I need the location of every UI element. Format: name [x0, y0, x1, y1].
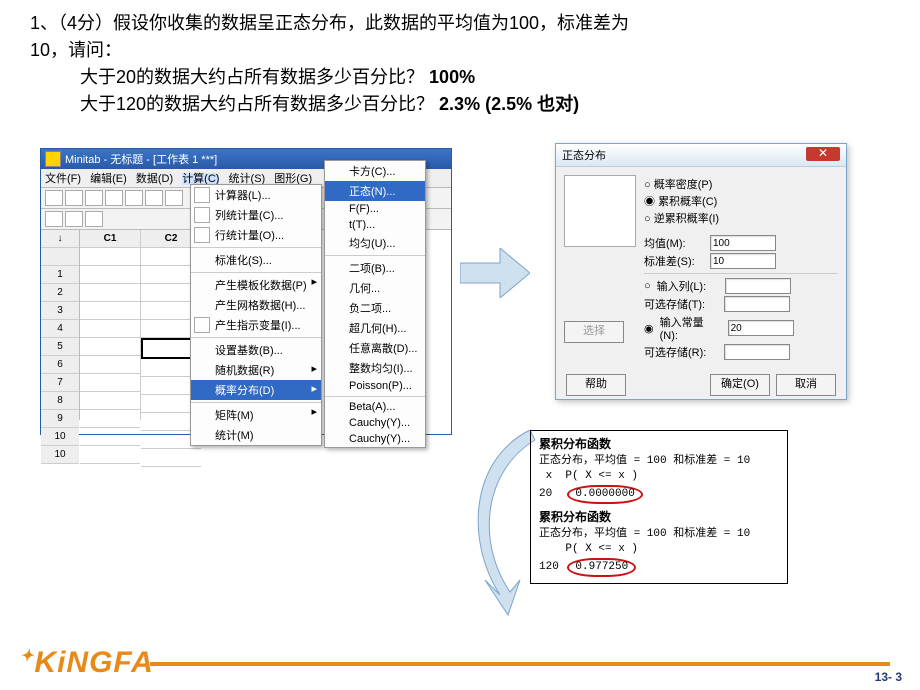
dist-submenu[interactable]: 卡方(C)...正态(N)...F(F)...t(T)...均匀(U)...二项… — [324, 160, 426, 448]
mean-label: 均值(M): — [644, 235, 704, 251]
menu-item[interactable]: 矩阵(M)▸ — [191, 402, 321, 425]
menu-item[interactable]: t(T)... — [325, 217, 425, 233]
close-icon[interactable]: ✕ — [806, 147, 840, 161]
tb-print-icon[interactable] — [105, 190, 123, 206]
tb-copy-icon[interactable] — [145, 190, 163, 206]
sd-label: 标准差(S): — [644, 253, 704, 269]
opt-inv[interactable]: ○ 逆累积概率(I) — [644, 210, 838, 226]
tb-icon[interactable] — [65, 211, 83, 227]
opt-cdf[interactable]: ◉ 累积概率(C) — [644, 193, 838, 209]
menu-item[interactable]: 几何... — [325, 278, 425, 298]
menu-item[interactable]: 超几何(H)... — [325, 318, 425, 338]
opt-inputconst[interactable]: ◉ 输入常量(N): — [644, 314, 838, 342]
tb-icon[interactable] — [85, 211, 103, 227]
menu-item[interactable]: 行统计量(O)... — [191, 225, 321, 245]
normal-dist-dialog: 正态分布 ✕ 选择 ○ 概率密度(P) ◉ 累积概率(C) ○ 逆累积概率(I)… — [555, 143, 847, 400]
menu-item[interactable]: 产生网格数据(H)... — [191, 295, 321, 315]
store1-input[interactable] — [724, 296, 790, 312]
tb-cut-icon[interactable] — [125, 190, 143, 206]
menu-item[interactable]: 设置基数(B)... — [191, 337, 321, 360]
tb-open-icon[interactable] — [65, 190, 83, 206]
out-header1: x P( X <= x ) — [539, 469, 779, 484]
menu-file[interactable]: 文件(F) — [45, 173, 81, 185]
mean-input[interactable] — [710, 235, 776, 251]
opt-inputcol[interactable]: ○ 输入列(L): — [644, 278, 838, 294]
list-box[interactable] — [564, 175, 636, 247]
out-desc1: 正态分布，平均值 = 100 和标准差 = 10 — [539, 454, 779, 469]
row-headers: ↓ 1234567891010 — [41, 230, 80, 420]
out-desc2: 正态分布，平均值 = 100 和标准差 = 10 — [539, 527, 779, 542]
q1: 大于20的数据大约占所有数据多少百分比？ — [80, 67, 424, 87]
out-x1: 20 — [539, 488, 552, 500]
menu-item[interactable]: 计算器(L)... — [191, 185, 321, 205]
dialog-title-bar: 正态分布 ✕ — [556, 144, 846, 167]
help-button[interactable]: 帮助 — [566, 374, 626, 396]
menu-item[interactable]: 产生指示变量(I)... — [191, 315, 321, 335]
arrow-right-icon — [460, 248, 530, 298]
opt-pdf[interactable]: ○ 概率密度(P) — [644, 176, 838, 192]
out-x2: 120 — [539, 561, 559, 573]
menu-item[interactable]: Cauchy(Y)... — [325, 431, 425, 447]
question-block: 1、（4分）假设你收集的数据呈正态分布，此数据的平均值为100，标准差为 10，… — [30, 10, 890, 118]
kingfa-logo: ✦KiNGFA — [20, 646, 154, 680]
menu-item[interactable]: 负二项... — [325, 298, 425, 318]
tb-paste-icon[interactable] — [165, 190, 183, 206]
ok-button[interactable]: 确定(O) — [710, 374, 770, 396]
sd-input[interactable] — [710, 253, 776, 269]
select-button[interactable]: 选择 — [564, 321, 624, 343]
menu-item[interactable]: 整数均匀(I)... — [325, 358, 425, 378]
menu-item[interactable]: 二项(B)... — [325, 255, 425, 278]
session-output: 累积分布函数 正态分布，平均值 = 100 和标准差 = 10 x P( X <… — [530, 430, 788, 584]
dialog-title: 正态分布 — [562, 147, 606, 163]
calc-menu[interactable]: 计算器(L)...列统计量(C)...行统计量(O)...标准化(S)...产生… — [190, 184, 322, 446]
menu-item[interactable]: 随机数据(R)▸ — [191, 360, 321, 380]
menu-item[interactable]: Poisson(P)... — [325, 378, 425, 394]
out-p2: 0.977250 — [567, 558, 636, 577]
minitab-title: Minitab - 无标题 - [工作表 1 ***] — [65, 151, 217, 167]
menu-item[interactable]: 产生模板化数据(P)▸ — [191, 272, 321, 295]
tb-save-icon[interactable] — [85, 190, 103, 206]
menu-item[interactable]: 卡方(C)... — [325, 161, 425, 181]
menu-item[interactable]: 正态(N)... — [325, 181, 425, 201]
q-line1: 1、（4分）假设你收集的数据呈正态分布，此数据的平均值为100，标准差为 — [30, 10, 890, 37]
cancel-button[interactable]: 取消 — [776, 374, 836, 396]
store2-input[interactable] — [724, 344, 790, 360]
a1: 100% — [429, 67, 475, 87]
out-title2: 累积分布函数 — [539, 510, 779, 527]
store2-label: 可选存储(R): — [644, 344, 718, 360]
menu-item[interactable]: 概率分布(D)▸ — [191, 380, 321, 400]
page-number: 13- 3 — [875, 670, 902, 684]
out-title1: 累积分布函数 — [539, 437, 779, 454]
menu-data[interactable]: 数据(D) — [136, 173, 173, 185]
menu-item[interactable]: 均匀(U)... — [325, 233, 425, 253]
menu-item[interactable]: 列统计量(C)... — [191, 205, 321, 225]
out-header2: P( X <= x ) — [539, 542, 779, 557]
menu-item[interactable]: F(F)... — [325, 201, 425, 217]
menu-item[interactable]: 统计(M) — [191, 425, 321, 445]
col-c1[interactable]: C1 — [80, 230, 141, 420]
out-p1: 0.0000000 — [567, 485, 642, 504]
store1-label: 可选存储(T): — [644, 296, 718, 312]
menu-item[interactable]: 任意离散(D)... — [325, 338, 425, 358]
menu-item[interactable]: Cauchy(Y)... — [325, 415, 425, 431]
tb-new-icon[interactable] — [45, 190, 63, 206]
col-input[interactable] — [725, 278, 791, 294]
a2: 2.3% (2.5% 也对) — [439, 94, 579, 114]
q-line2: 10，请问： — [30, 37, 890, 64]
tb-icon[interactable] — [45, 211, 63, 227]
app-icon — [45, 151, 61, 167]
q2: 大于120的数据大约占所有数据多少百分比？ — [80, 94, 434, 114]
const-input[interactable] — [728, 320, 794, 336]
menu-item[interactable]: 标准化(S)... — [191, 247, 321, 270]
menu-item[interactable]: Beta(A)... — [325, 396, 425, 415]
menu-edit[interactable]: 编辑(E) — [90, 173, 127, 185]
footer-rule — [150, 662, 890, 666]
